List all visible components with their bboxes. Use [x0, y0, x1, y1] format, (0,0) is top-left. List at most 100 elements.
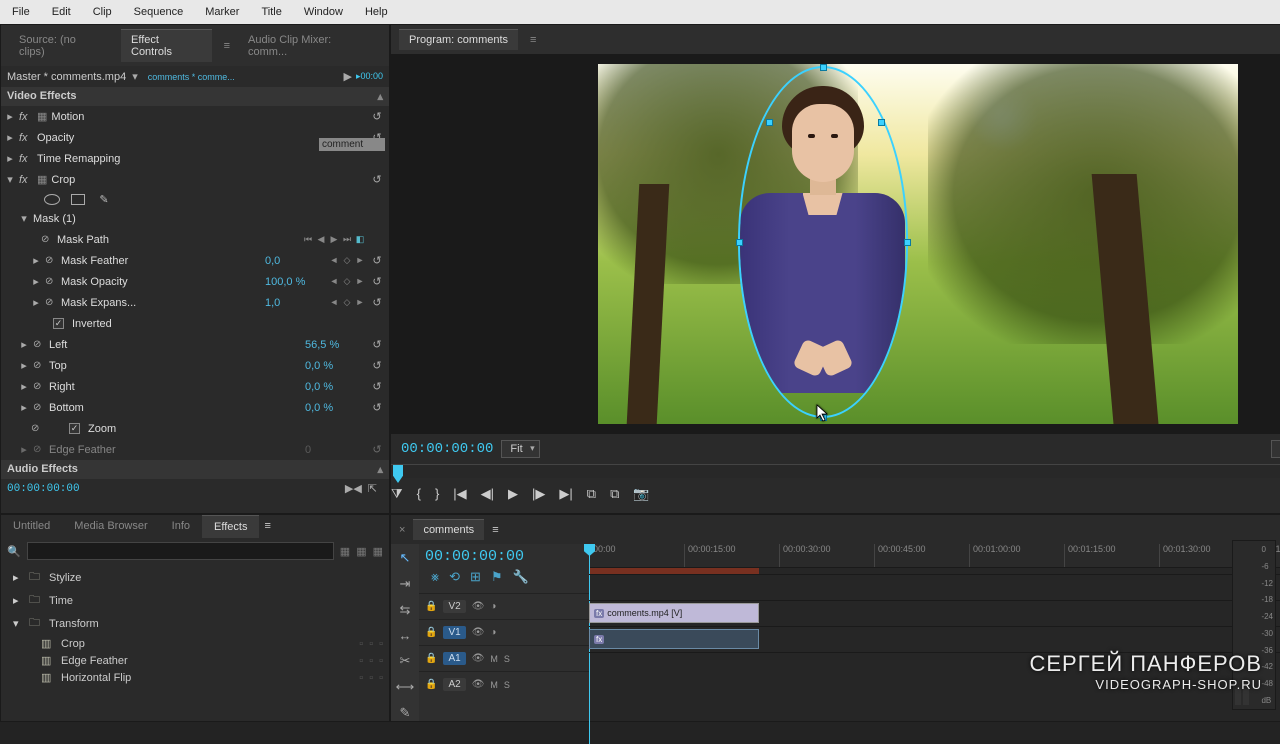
fx-badge-icon-2[interactable]: ▦: [356, 545, 366, 558]
in-point-icon[interactable]: {: [417, 486, 421, 505]
marker-icon[interactable]: ⚑: [491, 569, 503, 585]
program-resolution[interactable]: 1/2: [1271, 440, 1280, 458]
tab-effects[interactable]: Effects: [202, 515, 259, 538]
timeline-tracks[interactable]: 00:0000:00:15:0000:00:30:0000:00:45:0000…: [589, 544, 1280, 721]
ripple-tool-icon[interactable]: ⇆: [400, 602, 411, 618]
effect-time-remapping[interactable]: ▸fxTime Remapping: [1, 148, 389, 169]
effect-motion[interactable]: ▸fx▦Motion↺: [1, 106, 389, 127]
ec-export-icon[interactable]: ⇱: [368, 482, 377, 495]
play-icon[interactable]: ▶: [508, 486, 518, 505]
menu-marker[interactable]: Marker: [197, 4, 247, 20]
step-forward-icon[interactable]: |▶: [532, 486, 545, 505]
crop-right[interactable]: ▸⊘Right0,0 %↺: [1, 376, 389, 397]
mask-tangent-handle[interactable]: [878, 119, 885, 126]
tab-effect-controls[interactable]: Effect Controls: [121, 29, 212, 62]
video-effects-header[interactable]: Video Effects▴: [1, 87, 389, 106]
mask-handle[interactable]: [820, 64, 827, 71]
program-preview[interactable]: [391, 54, 1280, 434]
mark-in-icon[interactable]: ⧩: [391, 486, 403, 505]
insert-icon[interactable]: ⊞: [470, 569, 481, 585]
program-ruler[interactable]: [391, 464, 1280, 478]
crop-mask-inverted[interactable]: ✓Inverted: [1, 313, 389, 334]
ec-loop-icon[interactable]: ▶◀: [345, 482, 362, 495]
pen-tool-icon[interactable]: ✎: [400, 705, 411, 721]
mask-handle[interactable]: [904, 239, 911, 246]
menu-file[interactable]: File: [4, 4, 38, 20]
panel-menu-icon[interactable]: ≡: [224, 40, 230, 52]
menu-title[interactable]: Title: [253, 4, 289, 20]
linked-selection-icon[interactable]: ⟲: [449, 569, 460, 585]
track-lane-v2[interactable]: [589, 574, 1280, 600]
audio-effects-header[interactable]: Audio Effects▴: [1, 460, 389, 479]
crop-top[interactable]: ▸⊘Top0,0 %↺: [1, 355, 389, 376]
mask-ellipse-tool[interactable]: [43, 192, 61, 206]
ec-dropdown-icon[interactable]: ▾: [132, 70, 138, 83]
selection-tool-icon[interactable]: ↖: [400, 550, 411, 566]
effect-crop[interactable]: ▾fx▦Crop↺: [1, 169, 389, 190]
track-lane-a1[interactable]: fx: [589, 626, 1280, 652]
crop-mask-expansion[interactable]: ▸⊘Mask Expans...1,0◄◇►↺: [1, 292, 389, 313]
crop-mask-path[interactable]: ⊘Mask Path ⏮◀▶⏭◧: [1, 229, 389, 250]
mask-pen-tool[interactable]: ✎: [95, 192, 113, 206]
clip-video-comments[interactable]: fxcomments.mp4 [V]: [589, 603, 759, 623]
folder-transform[interactable]: ▾🗀Transform: [1, 612, 389, 635]
effects-search-input[interactable]: [27, 542, 334, 560]
preset-crop[interactable]: ▥Crop▫▫▫: [1, 635, 389, 652]
slip-tool-icon[interactable]: ⟷: [396, 679, 415, 695]
timeline-sequence-tab[interactable]: comments: [413, 519, 484, 540]
tab-audio-mixer[interactable]: Audio Clip Mixer: comm...: [238, 30, 381, 62]
menu-edit[interactable]: Edit: [44, 4, 79, 20]
track-header-v2[interactable]: 🔒V2👁◑: [419, 593, 589, 619]
menu-window[interactable]: Window: [296, 4, 351, 20]
menu-help[interactable]: Help: [357, 4, 396, 20]
crop-mask-opacity[interactable]: ▸⊘Mask Opacity100,0 %◄◇►↺: [1, 271, 389, 292]
ec-play-icon[interactable]: ▶: [343, 70, 351, 83]
track-header-a2[interactable]: 🔒A2👁MS: [419, 671, 589, 697]
crop-bottom[interactable]: ▸⊘Bottom0,0 %↺: [1, 397, 389, 418]
fx-badge-icon-3[interactable]: ▦: [373, 545, 383, 558]
mask-handle[interactable]: [820, 414, 827, 421]
track-lane-v1[interactable]: fxcomments.mp4 [V]: [589, 600, 1280, 626]
tab-source[interactable]: Source: (no clips): [9, 30, 113, 62]
tab-info[interactable]: Info: [160, 515, 202, 538]
preset-horizontal-flip[interactable]: ▥Horizontal Flip▫▫▫: [1, 669, 389, 686]
extract-icon[interactable]: ⧉: [610, 486, 619, 505]
menu-clip[interactable]: Clip: [85, 4, 120, 20]
track-header-a1[interactable]: 🔒A1👁MS: [419, 645, 589, 671]
program-zoom-fit[interactable]: Fit: [501, 440, 539, 458]
program-tab[interactable]: Program: comments: [399, 29, 518, 50]
mask-rect-tool[interactable]: [69, 192, 87, 206]
tab-media-browser[interactable]: Media Browser: [62, 515, 159, 538]
track-header-v1[interactable]: 🔒V1👁◑: [419, 619, 589, 645]
folder-time[interactable]: ▸🗀Time: [1, 589, 389, 612]
lift-icon[interactable]: ⧉: [587, 486, 596, 505]
program-timecode-left[interactable]: 00:00:00:00: [401, 441, 493, 457]
out-point-icon[interactable]: }: [435, 486, 439, 505]
program-panel-menu-icon[interactable]: ≡: [530, 34, 536, 46]
settings-wrench-icon[interactable]: 🔧: [513, 569, 529, 585]
razor-tool-icon[interactable]: ✂: [400, 653, 411, 669]
export-frame-icon[interactable]: 📷: [633, 486, 649, 505]
crop-edge-feather[interactable]: ▸⊘Edge Feather0↺: [1, 439, 389, 460]
step-back-icon[interactable]: ◀|: [481, 486, 494, 505]
ec-clip-path[interactable]: comments * comme...: [144, 71, 239, 83]
crop-zoom[interactable]: ⊘✓Zoom: [1, 418, 389, 439]
effects-panel-menu-icon[interactable]: ≡: [259, 515, 275, 538]
preset-edge-feather[interactable]: ▥Edge Feather▫▫▫: [1, 652, 389, 669]
timeline-timecode[interactable]: 00:00:00:00: [425, 548, 583, 565]
tab-untitled[interactable]: Untitled: [1, 515, 62, 538]
track-select-tool-icon[interactable]: ⇥: [400, 576, 411, 592]
crop-mask-feather[interactable]: ▸⊘Mask Feather0,0◄◇►↺: [1, 250, 389, 271]
mask-handle[interactable]: [736, 239, 743, 246]
timeline-close-icon[interactable]: ×: [399, 524, 405, 536]
mask-tangent-handle[interactable]: [766, 119, 773, 126]
timeline-panel-menu-icon[interactable]: ≡: [492, 524, 498, 536]
go-to-out-icon[interactable]: ▶|: [559, 486, 572, 505]
folder-stylize[interactable]: ▸🗀Stylize: [1, 566, 389, 589]
rate-tool-icon[interactable]: ↔: [399, 628, 412, 643]
fx-badge-icon-1[interactable]: ▦: [340, 545, 350, 558]
go-to-in-icon[interactable]: |◀: [453, 486, 466, 505]
timeline-ruler[interactable]: 00:0000:00:15:0000:00:30:0000:00:45:0000…: [589, 544, 1280, 568]
clip-audio-a1[interactable]: fx: [589, 629, 759, 649]
menu-sequence[interactable]: Sequence: [126, 4, 192, 20]
